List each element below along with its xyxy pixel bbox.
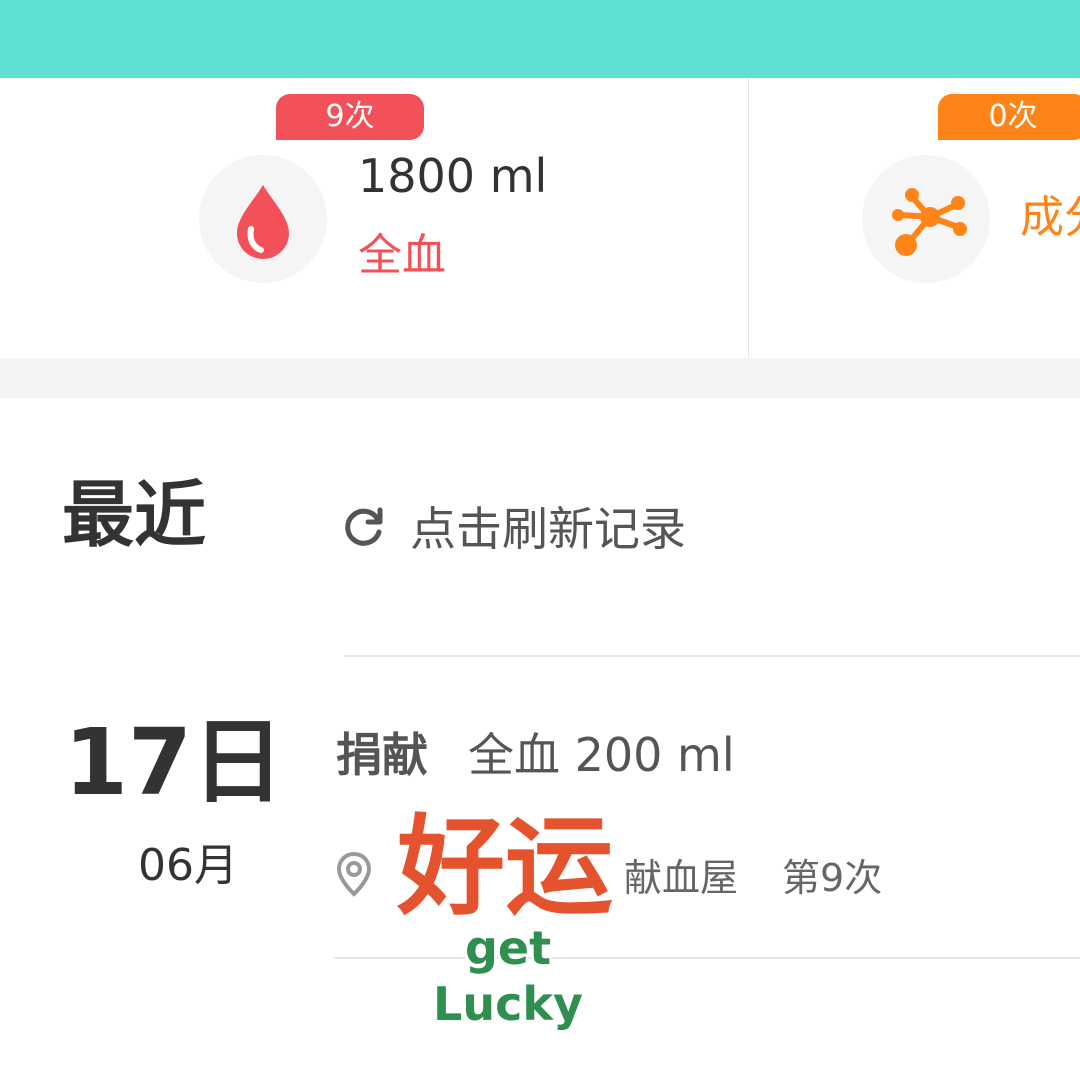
- section-gap: [0, 358, 1080, 398]
- record-month: 06月: [138, 840, 238, 891]
- refresh-records-button[interactable]: 点击刷新记录: [340, 496, 686, 556]
- record-action: 捐献: [336, 728, 428, 782]
- molecule-icon: [892, 188, 967, 256]
- whole-blood-volume: 1800 ml: [358, 149, 548, 203]
- record-count: 第9次: [782, 855, 883, 900]
- record-day: 17日: [64, 709, 285, 816]
- sticker-english-text: get Lucky: [433, 921, 583, 1031]
- whole-blood-count-badge: 9次: [276, 94, 424, 140]
- blood-drop-icon: [237, 185, 289, 259]
- component-label: 成分: [1020, 192, 1080, 243]
- top-bar: [0, 0, 1080, 78]
- location-pin-icon: [336, 851, 372, 897]
- record-location: 献血屋: [624, 855, 739, 900]
- list-divider: [344, 655, 1080, 657]
- refresh-records-label: 点击刷新记录: [410, 502, 686, 556]
- stats-divider: [748, 78, 749, 358]
- refresh-icon: [345, 507, 383, 546]
- good-luck-sticker: 好运 get Lucky: [380, 805, 630, 1032]
- whole-blood-label: 全血: [358, 230, 446, 281]
- component-count-badge: 0次: [938, 94, 1080, 140]
- sticker-chinese-text: 好运: [396, 805, 613, 930]
- whole-blood-icon-circle[interactable]: [199, 155, 327, 283]
- record-detail: 全血 200 ml: [468, 728, 735, 782]
- record-summary[interactable]: 捐献 全血 200 ml: [336, 720, 735, 784]
- recent-section-title: 最近: [62, 473, 207, 557]
- component-icon-circle[interactable]: [862, 155, 990, 283]
